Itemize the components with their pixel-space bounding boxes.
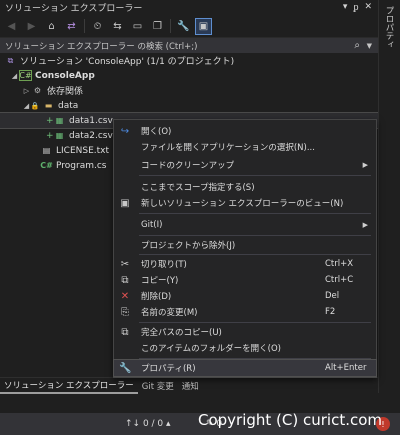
- file-label: Program.cs: [56, 160, 107, 171]
- tree-item-dependencies[interactable]: ▷ ⚙ 依存関係: [0, 83, 378, 98]
- folder-icon: ▬: [44, 101, 53, 110]
- expanded-arrow-icon[interactable]: ◢: [10, 72, 19, 80]
- menu-item-scope-to-this[interactable]: ここまでスコープ指定する(S): [114, 179, 376, 195]
- new-view-icon: ▣: [120, 197, 130, 209]
- back-icon[interactable]: ◀: [4, 19, 19, 34]
- menu-separator: [139, 322, 371, 323]
- folder-label: data: [58, 100, 79, 111]
- open-icon: ↪: [120, 125, 130, 137]
- project-label: ConsoleApp: [35, 70, 95, 81]
- tab-properties[interactable]: プロパティ: [383, 6, 395, 49]
- search-placeholder: ソリューション エクスプローラー の検索 (Ctrl+;): [5, 41, 198, 52]
- wrench-icon: 🔧: [119, 362, 132, 374]
- copy-path-icon: ⧉: [121, 326, 129, 338]
- menu-item-open-folder[interactable]: このアイテムのフォルダーを開く(O): [114, 340, 376, 356]
- pin-icon[interactable]: ᵱ: [353, 2, 358, 13]
- dependencies-label: 依存関係: [47, 87, 84, 97]
- sync-icon[interactable]: ⇆: [110, 19, 125, 34]
- tree-item-data-folder[interactable]: ◢ 🔒 ▬ data: [0, 98, 378, 113]
- menu-separator: [139, 213, 371, 214]
- search-options-icon[interactable]: ▼: [367, 42, 372, 50]
- solution-label: ソリューション 'ConsoleApp' (1/1 のプロジェクト): [20, 57, 235, 67]
- toolbar-divider: [170, 19, 171, 33]
- file-label: data2.csv: [69, 130, 113, 141]
- expanded-arrow-icon[interactable]: ◢: [22, 102, 31, 110]
- tree-item-project[interactable]: ◢ C# ConsoleApp: [0, 68, 378, 83]
- window-title: ソリューション エクスプローラー: [5, 4, 143, 14]
- cut-icon: ✂: [120, 258, 130, 270]
- window-controls: ▾ ᵱ ✕: [343, 2, 378, 13]
- spreadsheet-icon: ▦: [55, 116, 64, 125]
- dropdown-icon[interactable]: ▾: [343, 2, 348, 13]
- csharp-project-icon: C#: [19, 70, 32, 81]
- copyright-watermark: Copyright (C) curict.com: [198, 411, 383, 429]
- menu-separator: [139, 254, 371, 255]
- menu-item-git[interactable]: Git(I) ▶: [114, 217, 376, 233]
- spreadsheet-icon: ▦: [55, 131, 64, 140]
- search-input[interactable]: ソリューション エクスプローラー の検索 (Ctrl+;) ⌕ ▼: [0, 37, 378, 53]
- show-all-files-icon[interactable]: ❐: [150, 19, 165, 34]
- menu-item-delete[interactable]: ✕ 削除(D) Del: [114, 288, 376, 304]
- menu-item-code-cleanup[interactable]: コードのクリーンアップ ▶: [114, 157, 376, 173]
- submenu-arrow-icon: ▶: [362, 221, 368, 229]
- collapse-all-icon[interactable]: ▭: [130, 19, 145, 34]
- add-icon: +: [46, 130, 54, 141]
- context-menu: ↪ 開く(O) ファイルを開くアプリケーションの選択(N)... コードのクリー…: [113, 119, 377, 378]
- title-bar: ソリューション エクスプローラー ▾ ᵱ ✕: [0, 0, 378, 15]
- lock-icon: 🔒: [30, 101, 40, 110]
- dependencies-icon: ⚙: [33, 86, 42, 95]
- tab-solution-explorer[interactable]: ソリューション エクスプローラー: [0, 378, 138, 394]
- toolbar: ◀ ▶ ⌂ ⇄ ⏲ ⇆ ▭ ❐ 🔧 ▣: [0, 15, 378, 37]
- menu-separator: [139, 358, 371, 359]
- file-label: LICENSE.txt: [56, 145, 110, 156]
- menu-item-exclude[interactable]: プロジェクトから除外(J): [114, 237, 376, 253]
- tab-notifications[interactable]: 通知: [178, 378, 203, 394]
- submenu-arrow-icon: ▶: [362, 161, 368, 169]
- bottom-tabs: ソリューション エクスプローラー Git 変更 通知: [0, 377, 378, 394]
- solution-icon: ⧉: [7, 55, 14, 65]
- add-icon: +: [46, 115, 54, 126]
- rename-icon: ⎘: [121, 306, 129, 318]
- forward-icon[interactable]: ▶: [24, 19, 39, 34]
- source-control-changes[interactable]: ↑↓ 0 / 0 ▴: [125, 419, 171, 429]
- preview-icon[interactable]: ▣: [195, 17, 212, 35]
- csharp-file-icon: C#: [40, 161, 53, 170]
- menu-item-copy-full-path[interactable]: ⧉ 完全パスのコピー(U): [114, 324, 376, 340]
- collapsed-arrow-icon[interactable]: ▷: [22, 87, 31, 95]
- toolbar-divider: [84, 19, 85, 33]
- tree-item-solution[interactable]: ⧉ ソリューション 'ConsoleApp' (1/1 のプロジェクト): [0, 53, 378, 68]
- right-sidebar: プロパティ: [378, 0, 400, 393]
- file-label: data1.csv: [69, 115, 113, 126]
- text-file-icon: ▤: [42, 146, 51, 155]
- close-icon[interactable]: ✕: [364, 2, 372, 13]
- history-icon[interactable]: ⏲: [90, 19, 105, 34]
- menu-separator: [139, 235, 371, 236]
- search-icon[interactable]: ⌕: [354, 40, 360, 51]
- menu-separator: [139, 175, 371, 176]
- menu-item-new-view[interactable]: ▣ 新しいソリューション エクスプローラーのビュー(N): [114, 195, 376, 211]
- switch-view-icon[interactable]: ⇄: [64, 19, 79, 34]
- copy-icon: ⧉: [121, 274, 129, 286]
- menu-item-open-with[interactable]: ファイルを開くアプリケーションの選択(N)...: [114, 139, 376, 155]
- menu-item-open[interactable]: ↪ 開く(O): [114, 123, 376, 139]
- menu-item-rename[interactable]: ⎘ 名前の変更(M) F2: [114, 304, 376, 320]
- menu-item-cut[interactable]: ✂ 切り取り(T) Ctrl+X: [114, 256, 376, 272]
- tab-git-changes[interactable]: Git 変更: [138, 378, 178, 394]
- delete-icon: ✕: [120, 290, 130, 302]
- home-icon[interactable]: ⌂: [44, 19, 59, 34]
- menu-item-copy[interactable]: ⧉ コピー(Y) Ctrl+C: [114, 272, 376, 288]
- menu-item-properties[interactable]: 🔧 プロパティ(R) Alt+Enter: [113, 359, 377, 377]
- properties-wrench-icon[interactable]: 🔧: [176, 19, 191, 34]
